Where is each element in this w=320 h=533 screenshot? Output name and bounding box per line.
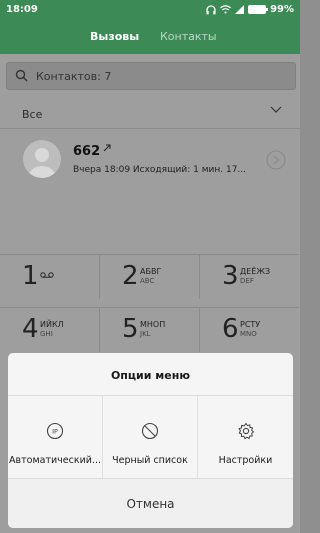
ip-icon: IP — [46, 422, 64, 440]
chevron-down-icon — [270, 106, 282, 113]
signal-icon — [235, 5, 245, 14]
call-log-item[interactable]: 662 Вчера 18:09 Исходящий: 1 мин. 17... — [0, 130, 300, 190]
call-detail-icon[interactable] — [266, 150, 286, 170]
status-time: 18:09 — [6, 4, 38, 15]
filter-dropdown[interactable]: Все — [0, 98, 300, 129]
option-settings[interactable]: Настройки — [198, 396, 293, 478]
battery-icon — [248, 5, 269, 14]
dial-key-digit: 1 — [22, 261, 39, 291]
option-auto-ip[interactable]: IP Автоматический... — [8, 396, 103, 478]
block-icon — [141, 422, 159, 440]
dial-key-digit: 4 — [22, 314, 39, 344]
dial-key-letters: РСТУ — [240, 320, 261, 329]
dial-key-digit: 6 — [222, 314, 239, 344]
dial-key-6[interactable]: 6 РСТУ MNO — [200, 307, 299, 352]
options-menu-sheet: Опции меню IP Автоматический... Черный с… — [8, 353, 293, 528]
tab-contacts[interactable]: Контакты — [160, 30, 217, 43]
option-label: Настройки — [218, 455, 273, 466]
dial-key-digit: 3 — [222, 261, 239, 291]
dial-key-5[interactable]: 5 МНОП JKL — [100, 307, 200, 352]
dial-key-digit: 5 — [122, 314, 139, 344]
dial-key-letters: МНОП — [140, 320, 166, 329]
voicemail-icon — [40, 272, 54, 278]
option-blacklist[interactable]: Черный список — [103, 396, 198, 478]
search-input[interactable]: Контактов: 7 — [6, 62, 296, 90]
dial-key-2[interactable]: 2 АБВГ ABC — [100, 254, 200, 299]
dial-key-latin: JKL — [140, 330, 151, 338]
filter-label: Все — [22, 108, 43, 121]
option-label: Автоматический... — [9, 455, 101, 466]
dial-key-digit: 2 — [122, 261, 139, 291]
cancel-button[interactable]: Отмена — [8, 479, 293, 528]
cancel-label: Отмена — [126, 497, 175, 511]
call-details: Вчера 18:09 Исходящий: 1 мин. 17... — [73, 165, 246, 175]
avatar — [23, 140, 61, 178]
dial-key-letters: АБВГ — [140, 267, 162, 276]
person-icon — [28, 148, 56, 178]
outgoing-call-icon — [103, 144, 111, 152]
dial-key-latin: MNO — [240, 330, 257, 338]
battery-percent: 99% — [270, 4, 294, 15]
gear-icon — [237, 422, 254, 440]
search-placeholder: Контактов: 7 — [36, 70, 112, 83]
wifi-icon — [220, 5, 231, 14]
status-bar: 18:09 99% — [0, 0, 300, 20]
dial-key-latin: GHI — [40, 330, 53, 338]
headphones-icon — [206, 4, 216, 14]
search-icon — [15, 69, 28, 82]
dial-key-letters: ДЕЁЖЗ — [240, 267, 271, 276]
dial-key-letters: ИЙКЛ — [40, 320, 64, 329]
dial-key-1[interactable]: 1 — [0, 254, 100, 299]
dial-key-3[interactable]: 3 ДЕЁЖЗ DEF — [200, 254, 299, 299]
svg-text:IP: IP — [52, 428, 58, 436]
dial-key-latin: DEF — [240, 277, 254, 285]
menu-options: IP Автоматический... Черный список Настр… — [8, 395, 293, 479]
tab-calls[interactable]: Вызовы — [90, 30, 139, 43]
status-icons: 99% — [206, 4, 294, 15]
dial-key-4[interactable]: 4 ИЙКЛ GHI — [0, 307, 100, 352]
dial-key-latin: ABC — [140, 277, 155, 285]
tab-bar: Вызовы Контакты — [0, 20, 300, 54]
option-label: Черный список — [112, 455, 188, 466]
menu-title: Опции меню — [110, 369, 191, 382]
call-number: 662 — [73, 144, 101, 159]
